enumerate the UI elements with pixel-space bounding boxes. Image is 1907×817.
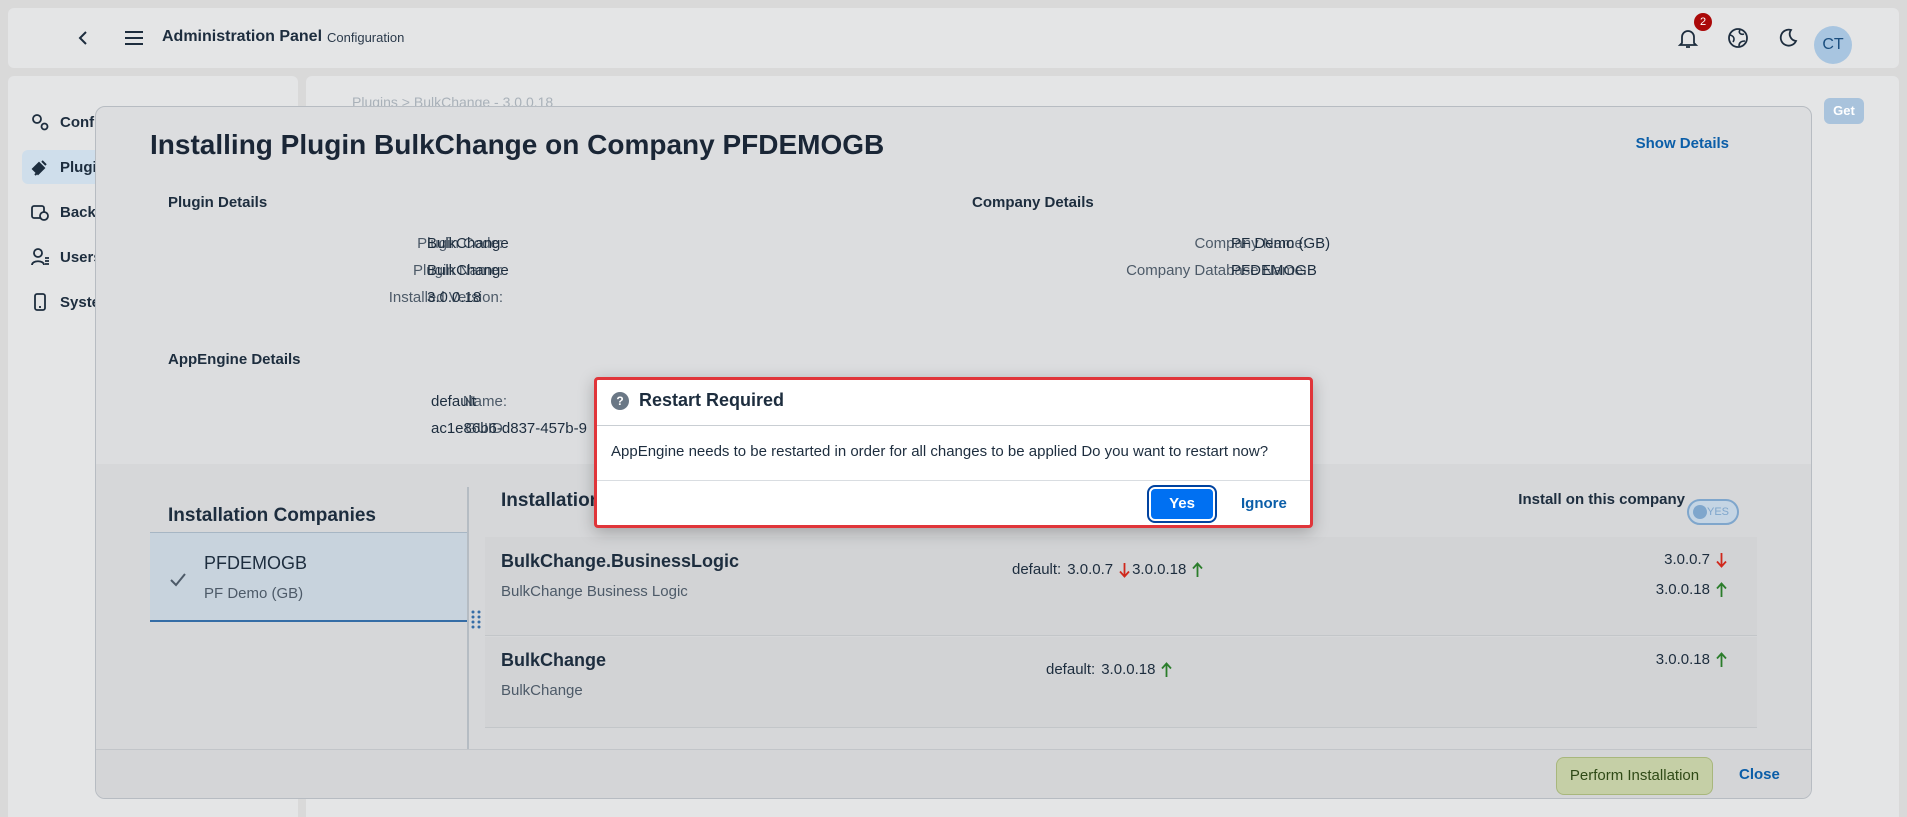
arrow-up-icon <box>1716 651 1727 667</box>
bell-icon[interactable] <box>1676 26 1700 50</box>
app-title: Administration Panel <box>162 28 323 45</box>
plugin-name-value: BulkChange <box>427 262 509 279</box>
arrow-down-icon <box>1119 562 1130 578</box>
company-code: PFDEMOGB <box>204 553 308 573</box>
env-label: default: <box>1046 661 1096 678</box>
show-details-link[interactable]: Show Details <box>1636 135 1729 152</box>
arrow-up-icon <box>1161 661 1173 677</box>
appengine-details-heading: AppEngine Details <box>168 351 301 368</box>
company-db-value: PFDEMOGB <box>1231 262 1317 279</box>
back-arrow-icon[interactable] <box>76 30 90 46</box>
sidebar-item-label: Back <box>60 203 96 221</box>
dialog-footer: Perform Installation Close <box>96 749 1811 798</box>
gear-icon <box>32 114 49 131</box>
table-row: BulkChange BulkChange default: 3.0.0.18 … <box>485 637 1757 728</box>
to-version: 3.0.0.18 <box>1132 561 1187 578</box>
company-name-value: PF Demo (GB) <box>1231 235 1331 252</box>
new-version-value: 3.0.0.18 <box>1655 651 1710 668</box>
table-row: BulkChange.BusinessLogic BulkChange Busi… <box>485 537 1757 636</box>
shell-bar: Administration Panel Configuration 2 CT <box>8 8 1899 68</box>
appengine-guid-value: ac1e86b6-d837-457b-9 <box>431 420 587 437</box>
drag-handle-icon[interactable] <box>471 609 481 629</box>
dialog-title: Installing Plugin BulkChange on Company … <box>150 129 885 160</box>
old-version-value: 3.0.0.7 <box>1664 551 1710 568</box>
get-button[interactable]: Get <box>1824 98 1864 124</box>
install-on-company-toggle[interactable]: YES <box>1687 499 1739 525</box>
yes-button[interactable]: Yes <box>1147 485 1217 523</box>
perform-installation-button[interactable]: Perform Installation <box>1556 757 1713 795</box>
new-version: 3.0.0.18 <box>1656 581 1727 598</box>
appengine-name-value: default <box>431 393 477 410</box>
component-description: BulkChange <box>501 682 583 699</box>
version-change: default: 3.0.0.7 3.0.0.18 <box>1012 561 1203 578</box>
installed-version-value: 3.0.0.18 <box>427 289 482 306</box>
plugin-code-value: BulkChange <box>427 235 509 252</box>
question-icon: ? <box>611 392 629 410</box>
restart-required-dialog: ? Restart Required AppEngine needs to be… <box>594 377 1313 528</box>
checkmark-icon <box>170 573 186 587</box>
from-version: 3.0.0.7 <box>1067 561 1114 578</box>
installation-heading: Installation <box>501 490 602 511</box>
arrow-down-icon <box>1716 552 1727 568</box>
panel-splitter[interactable] <box>467 487 469 752</box>
plugin-details-heading: Plugin Details <box>168 194 268 211</box>
sidebar-item-label: Conf <box>60 113 95 131</box>
env-label: default: <box>1012 561 1062 578</box>
list-item[interactable]: PFDEMOGB PF Demo (GB) <box>150 532 469 622</box>
avatar[interactable]: CT <box>1814 26 1852 64</box>
new-version-value: 3.0.0.18 <box>1655 581 1710 598</box>
backup-icon <box>31 205 49 221</box>
version-change: default: 3.0.0.18 <box>1046 661 1173 678</box>
to-version: 3.0.0.18 <box>1101 661 1156 678</box>
moon-icon[interactable] <box>1776 26 1800 50</box>
popup-header: ? Restart Required <box>597 380 1310 426</box>
company-details-heading: Company Details <box>972 194 1094 211</box>
arrow-up-icon <box>1716 581 1727 597</box>
installation-companies-heading: Installation Companies <box>168 505 376 526</box>
app-subtitle: Configuration <box>327 30 405 45</box>
popup-title: Restart Required <box>639 390 785 410</box>
globe-icon[interactable] <box>1726 26 1750 50</box>
install-on-company-label: Install on this company <box>1518 491 1685 508</box>
ignore-button[interactable]: Ignore <box>1241 495 1287 512</box>
arrow-up-icon <box>1192 561 1203 577</box>
new-version: 3.0.0.18 <box>1656 651 1727 668</box>
hamburger-menu-icon[interactable] <box>124 30 144 46</box>
popup-footer: Yes Ignore <box>597 480 1310 525</box>
users-icon <box>31 248 49 266</box>
sidebar-item-label: Plugi <box>60 158 97 176</box>
device-icon <box>34 293 46 311</box>
component-description: BulkChange Business Logic <box>501 583 688 600</box>
notification-badge: 2 <box>1694 13 1712 31</box>
component-name: BulkChange <box>501 650 607 670</box>
close-button[interactable]: Close <box>1739 766 1780 783</box>
plugin-icon <box>31 160 47 176</box>
company-name: PF Demo (GB) <box>204 585 304 602</box>
old-version: 3.0.0.7 <box>1664 551 1727 568</box>
popup-message: AppEngine needs to be restarted in order… <box>611 443 1269 460</box>
component-name: BulkChange.BusinessLogic <box>501 551 740 571</box>
